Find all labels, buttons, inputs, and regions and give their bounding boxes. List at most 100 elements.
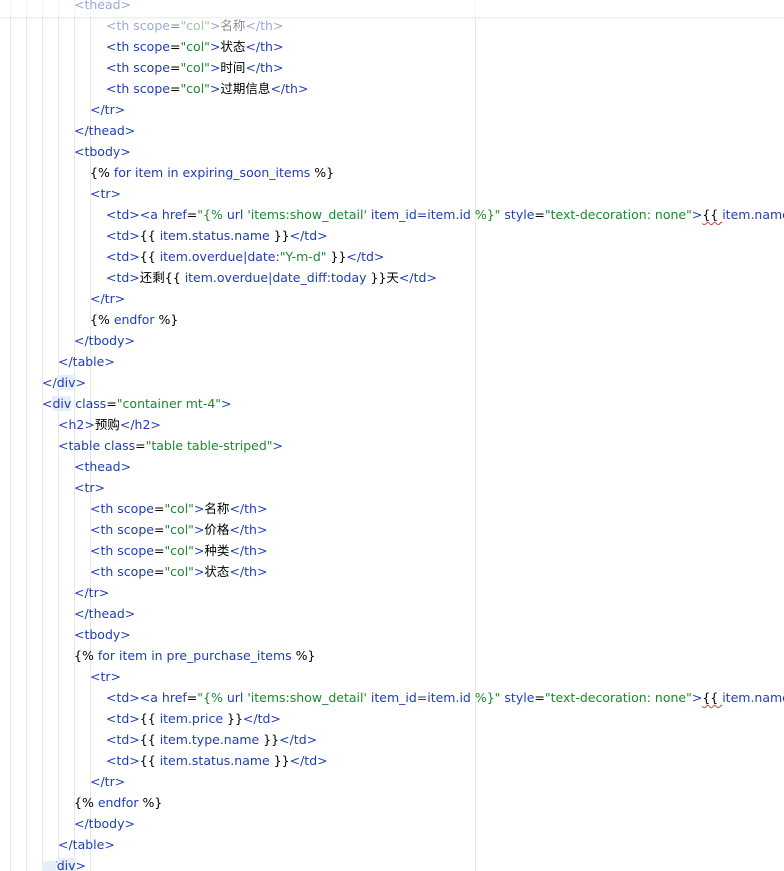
code-line[interactable]: <tbody> bbox=[74, 624, 131, 645]
code-token: "col" bbox=[180, 39, 210, 54]
code-token: }} bbox=[326, 249, 347, 264]
code-line[interactable]: {% endfor %} bbox=[90, 309, 178, 330]
code-token: scope bbox=[133, 81, 170, 96]
code-line[interactable]: <tbody> bbox=[74, 141, 131, 162]
code-line[interactable]: <td>{{ item.type.name }}</td> bbox=[106, 729, 317, 750]
code-line[interactable]: <th scope="col">种类</th> bbox=[90, 540, 267, 561]
code-line[interactable]: <th scope="col">时间</th> bbox=[106, 57, 283, 78]
code-line[interactable]: <th scope="col">状态</th> bbox=[106, 36, 283, 57]
code-line[interactable]: <th scope="col">过期信息</th> bbox=[106, 78, 308, 99]
code-token: item.overdue|date_diff:today bbox=[184, 270, 367, 285]
code-token: </ bbox=[42, 375, 57, 390]
code-token: div bbox=[52, 396, 72, 411]
code-line[interactable]: </thead> bbox=[74, 603, 135, 624]
code-line[interactable]: <td><a href="{% url 'items:show_detail' … bbox=[106, 687, 784, 708]
code-token: <thead> bbox=[74, 459, 132, 474]
code-token: </th> bbox=[270, 81, 309, 96]
code-line[interactable]: </tr> bbox=[90, 288, 125, 309]
code-line[interactable]: </table> bbox=[58, 351, 115, 372]
code-line[interactable]: </tr> bbox=[90, 771, 125, 792]
code-token: }} bbox=[223, 711, 243, 726]
code-token: 名称 bbox=[220, 18, 246, 33]
code-line[interactable]: <tr> bbox=[90, 183, 121, 204]
code-line[interactable]: </tbody> bbox=[74, 330, 135, 351]
code-token: %} bbox=[154, 312, 179, 327]
code-token: for item in expiring_soon_items bbox=[113, 165, 311, 180]
code-token: </tbody> bbox=[74, 333, 135, 348]
code-line[interactable]: <th scope="col">名称</th> bbox=[106, 15, 283, 36]
code-token: </td> bbox=[398, 270, 437, 285]
code-line[interactable]: <td><a href="{% url 'items:show_detail' … bbox=[106, 204, 784, 225]
code-token: class bbox=[75, 396, 107, 411]
code-token: <tbody> bbox=[74, 144, 131, 159]
code-editor[interactable]: <thead><th scope="col">名称</th><th scope=… bbox=[0, 0, 784, 871]
code-token: = bbox=[153, 522, 165, 537]
code-token: < bbox=[42, 396, 53, 411]
code-line[interactable]: <td>{{ item.status.name }}</td> bbox=[106, 750, 328, 771]
code-token: = bbox=[169, 81, 181, 96]
code-token: > bbox=[75, 858, 86, 871]
code-line[interactable]: </table> bbox=[58, 834, 115, 855]
code-line[interactable]: </div> bbox=[42, 372, 86, 393]
code-token: = bbox=[186, 207, 198, 222]
code-token: <th bbox=[90, 564, 118, 579]
code-token: <tr> bbox=[90, 186, 121, 201]
code-token: url bbox=[226, 207, 244, 222]
code-line[interactable]: <thead> bbox=[74, 456, 131, 477]
code-token: <h2> bbox=[58, 417, 95, 432]
code-line[interactable]: <td>还剩{{ item.overdue|date_diff:today }}… bbox=[106, 267, 437, 288]
code-token: <th bbox=[106, 60, 134, 75]
code-token: item.price bbox=[159, 711, 224, 726]
code-token: <td> bbox=[106, 228, 140, 243]
code-token: = bbox=[153, 501, 165, 516]
code-token: 时间 bbox=[220, 60, 246, 75]
code-token: = bbox=[169, 60, 181, 75]
code-line[interactable]: {% endfor %} bbox=[74, 792, 162, 813]
code-token: {{ bbox=[139, 753, 160, 768]
code-token: </tr> bbox=[74, 585, 110, 600]
code-token: > bbox=[691, 207, 703, 222]
code-token: > bbox=[272, 438, 283, 453]
code-line[interactable]: <td>{{ item.price }}</td> bbox=[106, 708, 281, 729]
code-line[interactable]: <tr> bbox=[74, 477, 105, 498]
code-line[interactable]: </tr> bbox=[74, 582, 109, 603]
code-line[interactable]: <h2>预购</h2> bbox=[58, 414, 161, 435]
code-token: 种类 bbox=[204, 543, 230, 558]
code-line[interactable]: <td>{{ item.status.name }}</td> bbox=[106, 225, 328, 246]
code-token: <th bbox=[106, 39, 134, 54]
code-line[interactable]: </tr> bbox=[90, 99, 125, 120]
code-token: <a bbox=[139, 207, 162, 222]
code-token: item.name bbox=[722, 690, 784, 705]
code-token: </thead> bbox=[74, 123, 136, 138]
code-token: <th bbox=[90, 501, 118, 516]
code-token: </td> bbox=[289, 753, 328, 768]
code-token: 价格 bbox=[204, 522, 230, 537]
code-token: </h2> bbox=[119, 417, 161, 432]
code-token: 还剩{{ bbox=[139, 270, 185, 285]
indent-guide bbox=[10, 0, 11, 871]
code-line[interactable]: <th scope="col">名称</th> bbox=[90, 498, 267, 519]
code-line[interactable]: <tr> bbox=[90, 666, 121, 687]
code-line[interactable]: <th scope="col">状态</th> bbox=[90, 561, 267, 582]
code-token: 预购 bbox=[94, 417, 120, 432]
code-token: div bbox=[56, 858, 76, 871]
code-line[interactable]: <table class="table table-striped"> bbox=[58, 435, 283, 456]
code-token: }} bbox=[259, 732, 280, 747]
code-token: %} bbox=[310, 165, 335, 180]
code-line[interactable]: <div class="container mt-4"> bbox=[42, 393, 232, 414]
code-line[interactable]: {% for item in pre_purchase_items %} bbox=[74, 645, 316, 666]
code-token: 状态 bbox=[204, 564, 230, 579]
code-line[interactable]: {% for item in expiring_soon_items %} bbox=[90, 162, 334, 183]
code-token: scope bbox=[133, 60, 170, 75]
code-line[interactable]: <td>{{ item.overdue|date:"Y-m-d" }}</td> bbox=[106, 246, 384, 267]
code-line[interactable]: </thead> bbox=[74, 120, 135, 141]
indent-guide bbox=[42, 0, 43, 871]
code-line[interactable]: <th scope="col">价格</th> bbox=[90, 519, 267, 540]
code-token: = bbox=[169, 18, 181, 33]
code-token: <th bbox=[90, 543, 118, 558]
code-line[interactable]: </tbody> bbox=[74, 813, 135, 834]
code-token: item.name bbox=[722, 207, 784, 222]
code-token: </table> bbox=[58, 354, 115, 369]
code-token: endfor bbox=[97, 795, 139, 810]
code-token: </td> bbox=[279, 732, 318, 747]
